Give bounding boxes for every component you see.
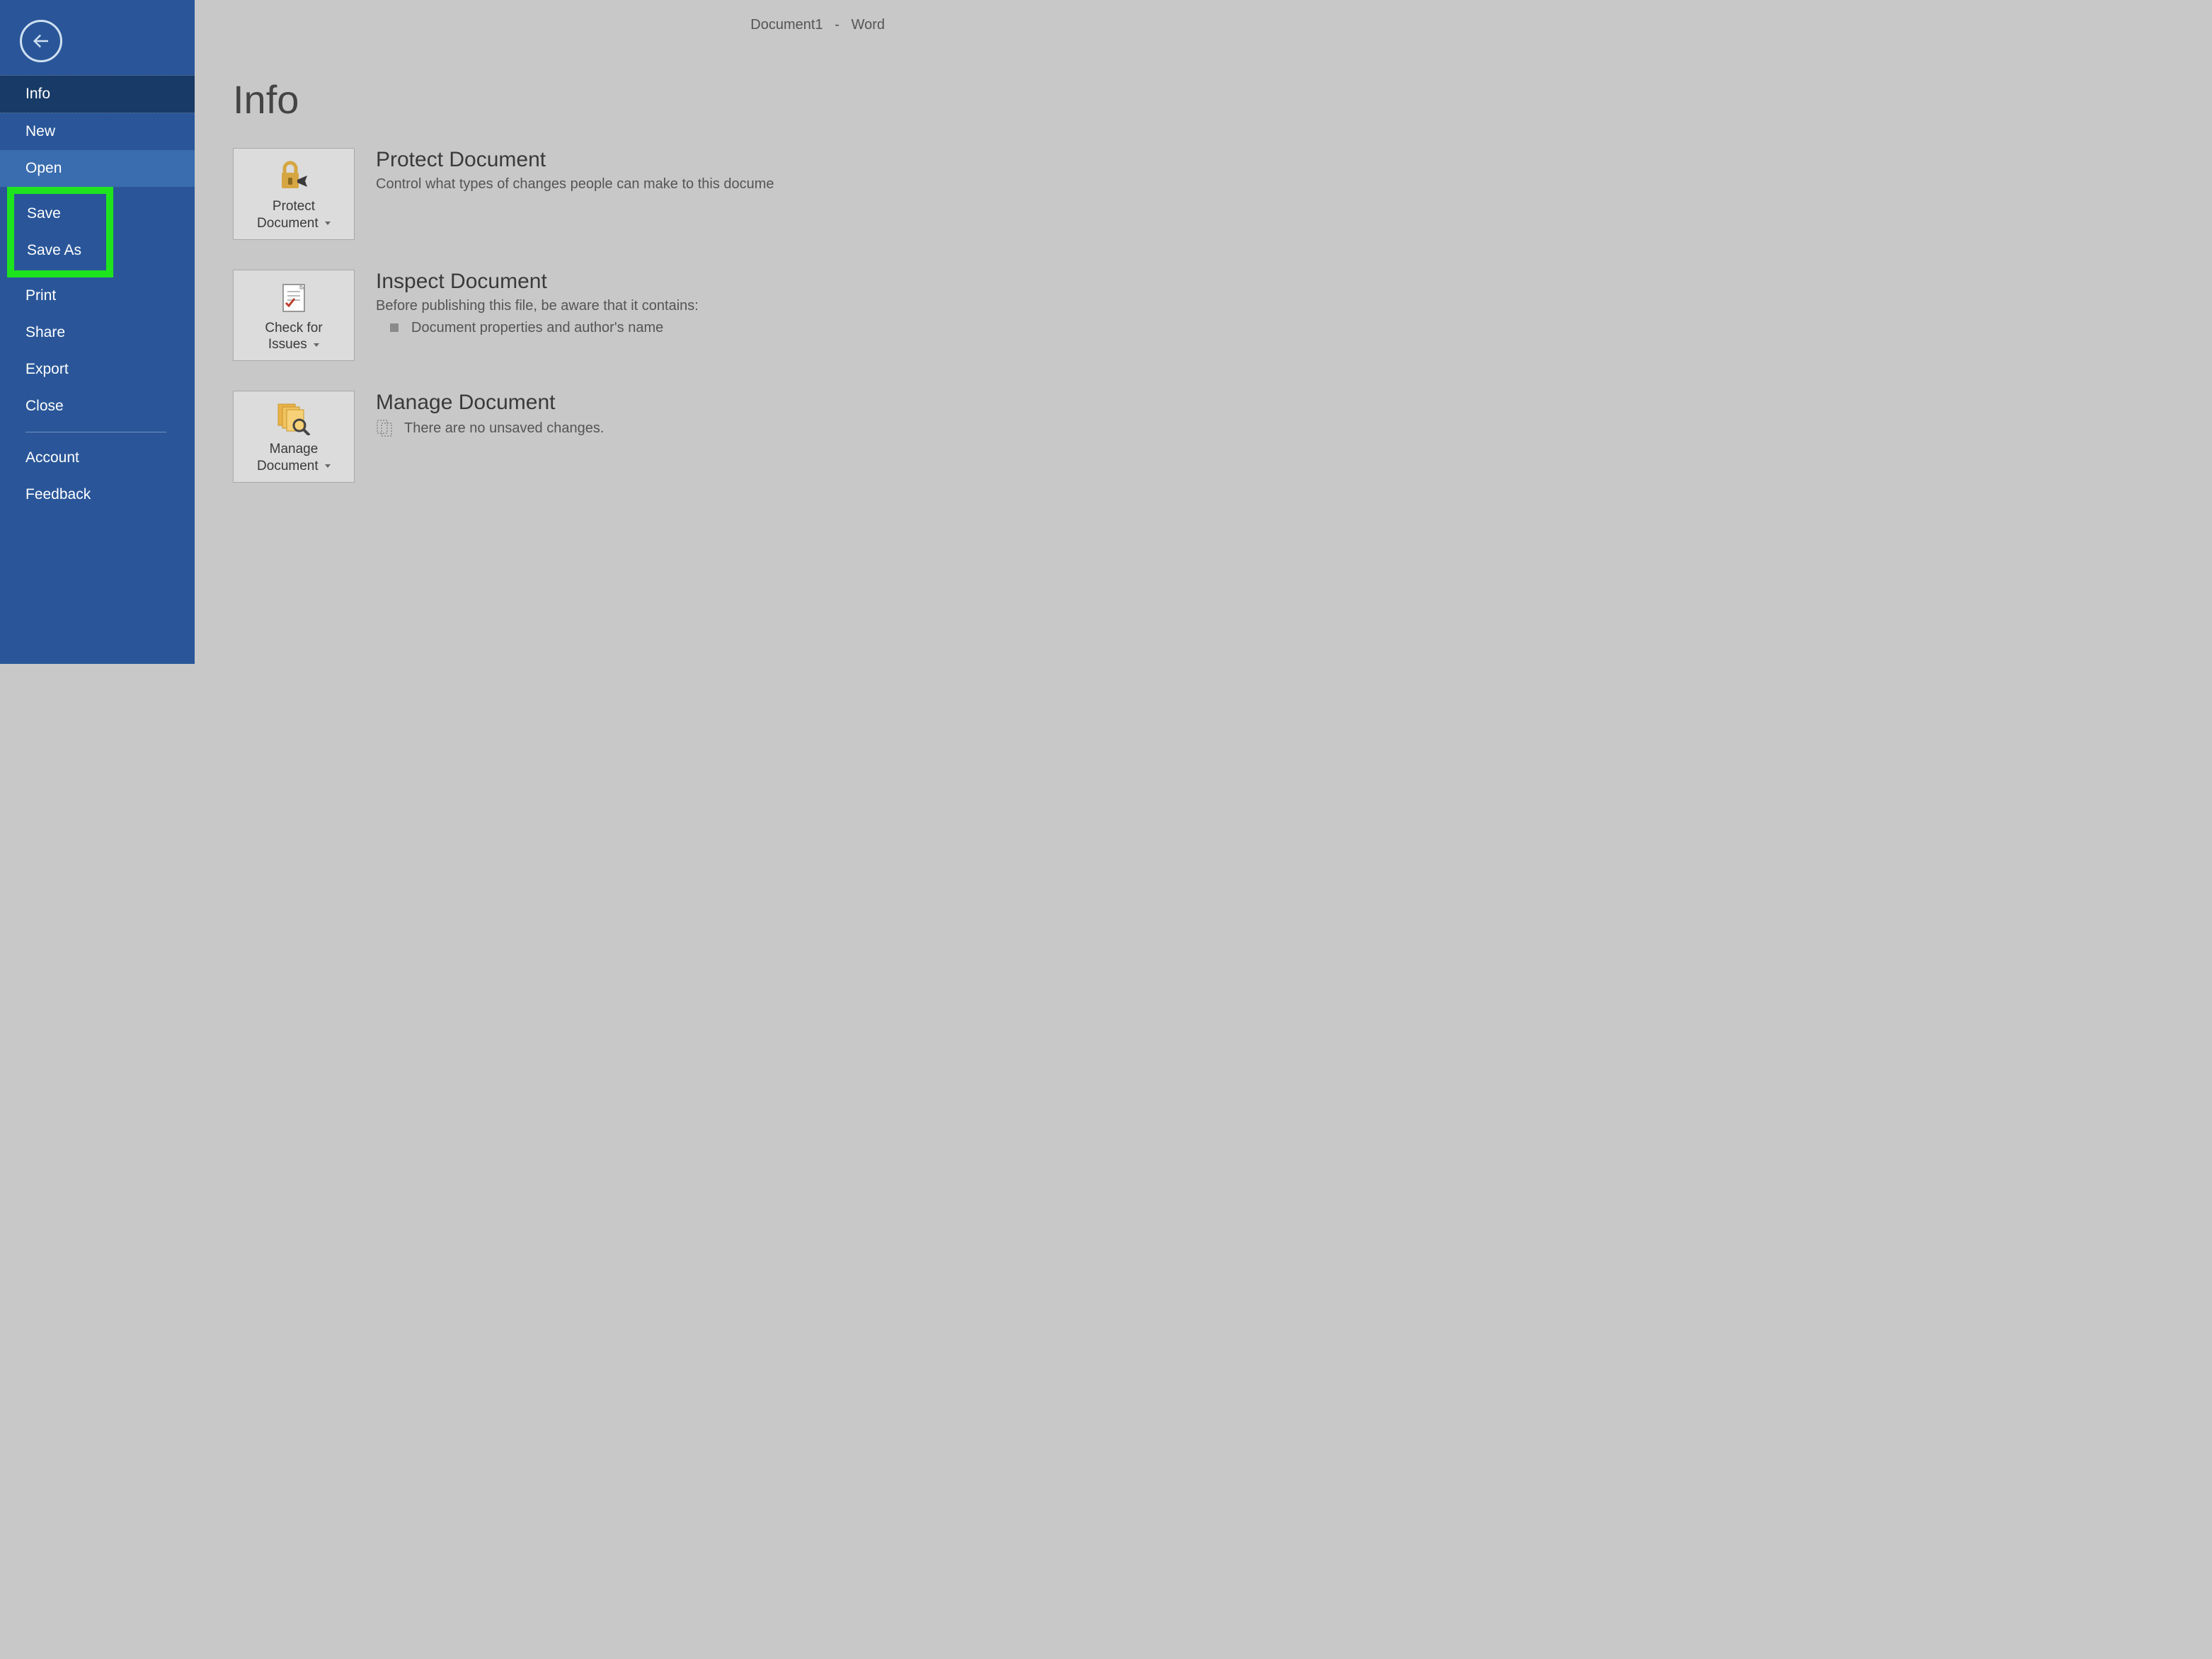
document-name: Document1 [750, 17, 823, 33]
section-inspect: Check forIssues Inspect Document Before … [233, 270, 847, 362]
inspect-bullet-text: Document properties and author's name [411, 320, 663, 336]
nav-feedback[interactable]: Feedback [0, 476, 195, 513]
nav-print[interactable]: Print [0, 277, 195, 314]
section-manage: ManageDocument Manage Document There are… [233, 391, 847, 483]
inspect-desc: Before publishing this file, be aware th… [376, 298, 847, 314]
nav-close[interactable]: Close [0, 388, 195, 425]
inspect-heading: Inspect Document [376, 270, 847, 294]
nav-export[interactable]: Export [0, 351, 195, 388]
manage-document-button[interactable]: ManageDocument [233, 391, 355, 483]
nav-info[interactable]: Info [0, 75, 195, 113]
inspect-tile-label: Check forIssues [265, 321, 322, 352]
inspect-bullet-row: Document properties and author's name [376, 320, 847, 336]
back-button[interactable] [20, 20, 62, 62]
section-protect: ProtectDocument Protect Document Control… [233, 148, 847, 240]
protect-heading: Protect Document [376, 148, 847, 172]
nav-open[interactable]: Open [0, 150, 195, 187]
arrow-left-icon [30, 30, 52, 52]
backstage-sidebar: Info New Open Save Save As Print Share E… [0, 0, 195, 664]
manage-tile-label: ManageDocument [257, 442, 319, 473]
protect-tile-label: ProtectDocument [257, 199, 319, 231]
content-area: Document1 - Word Info ProtectDocument [195, 0, 885, 664]
nav-account[interactable]: Account [0, 440, 195, 476]
lock-icon [238, 157, 350, 194]
nav-new[interactable]: New [0, 113, 195, 150]
nav-save[interactable]: Save [14, 195, 106, 232]
manage-doc-icon [238, 400, 350, 437]
bullet-icon [390, 323, 399, 332]
manage-desc: There are no unsaved changes. [404, 420, 604, 437]
page-title: Info [233, 76, 847, 122]
nav-share[interactable]: Share [0, 314, 195, 351]
chevron-down-icon [325, 222, 331, 225]
versions-icon [376, 419, 394, 437]
nav-save-as[interactable]: Save As [14, 232, 106, 269]
tutorial-highlight: Save Save As [7, 187, 113, 277]
window-title: Document1 - Word [750, 17, 885, 33]
check-for-issues-button[interactable]: Check forIssues [233, 270, 355, 362]
checklist-icon [238, 279, 350, 316]
chevron-down-icon [314, 343, 319, 347]
manage-heading: Manage Document [376, 391, 847, 415]
app-name: Word [852, 17, 885, 33]
protect-document-button[interactable]: ProtectDocument [233, 148, 355, 240]
protect-desc: Control what types of changes people can… [376, 176, 847, 193]
chevron-down-icon [325, 464, 331, 468]
